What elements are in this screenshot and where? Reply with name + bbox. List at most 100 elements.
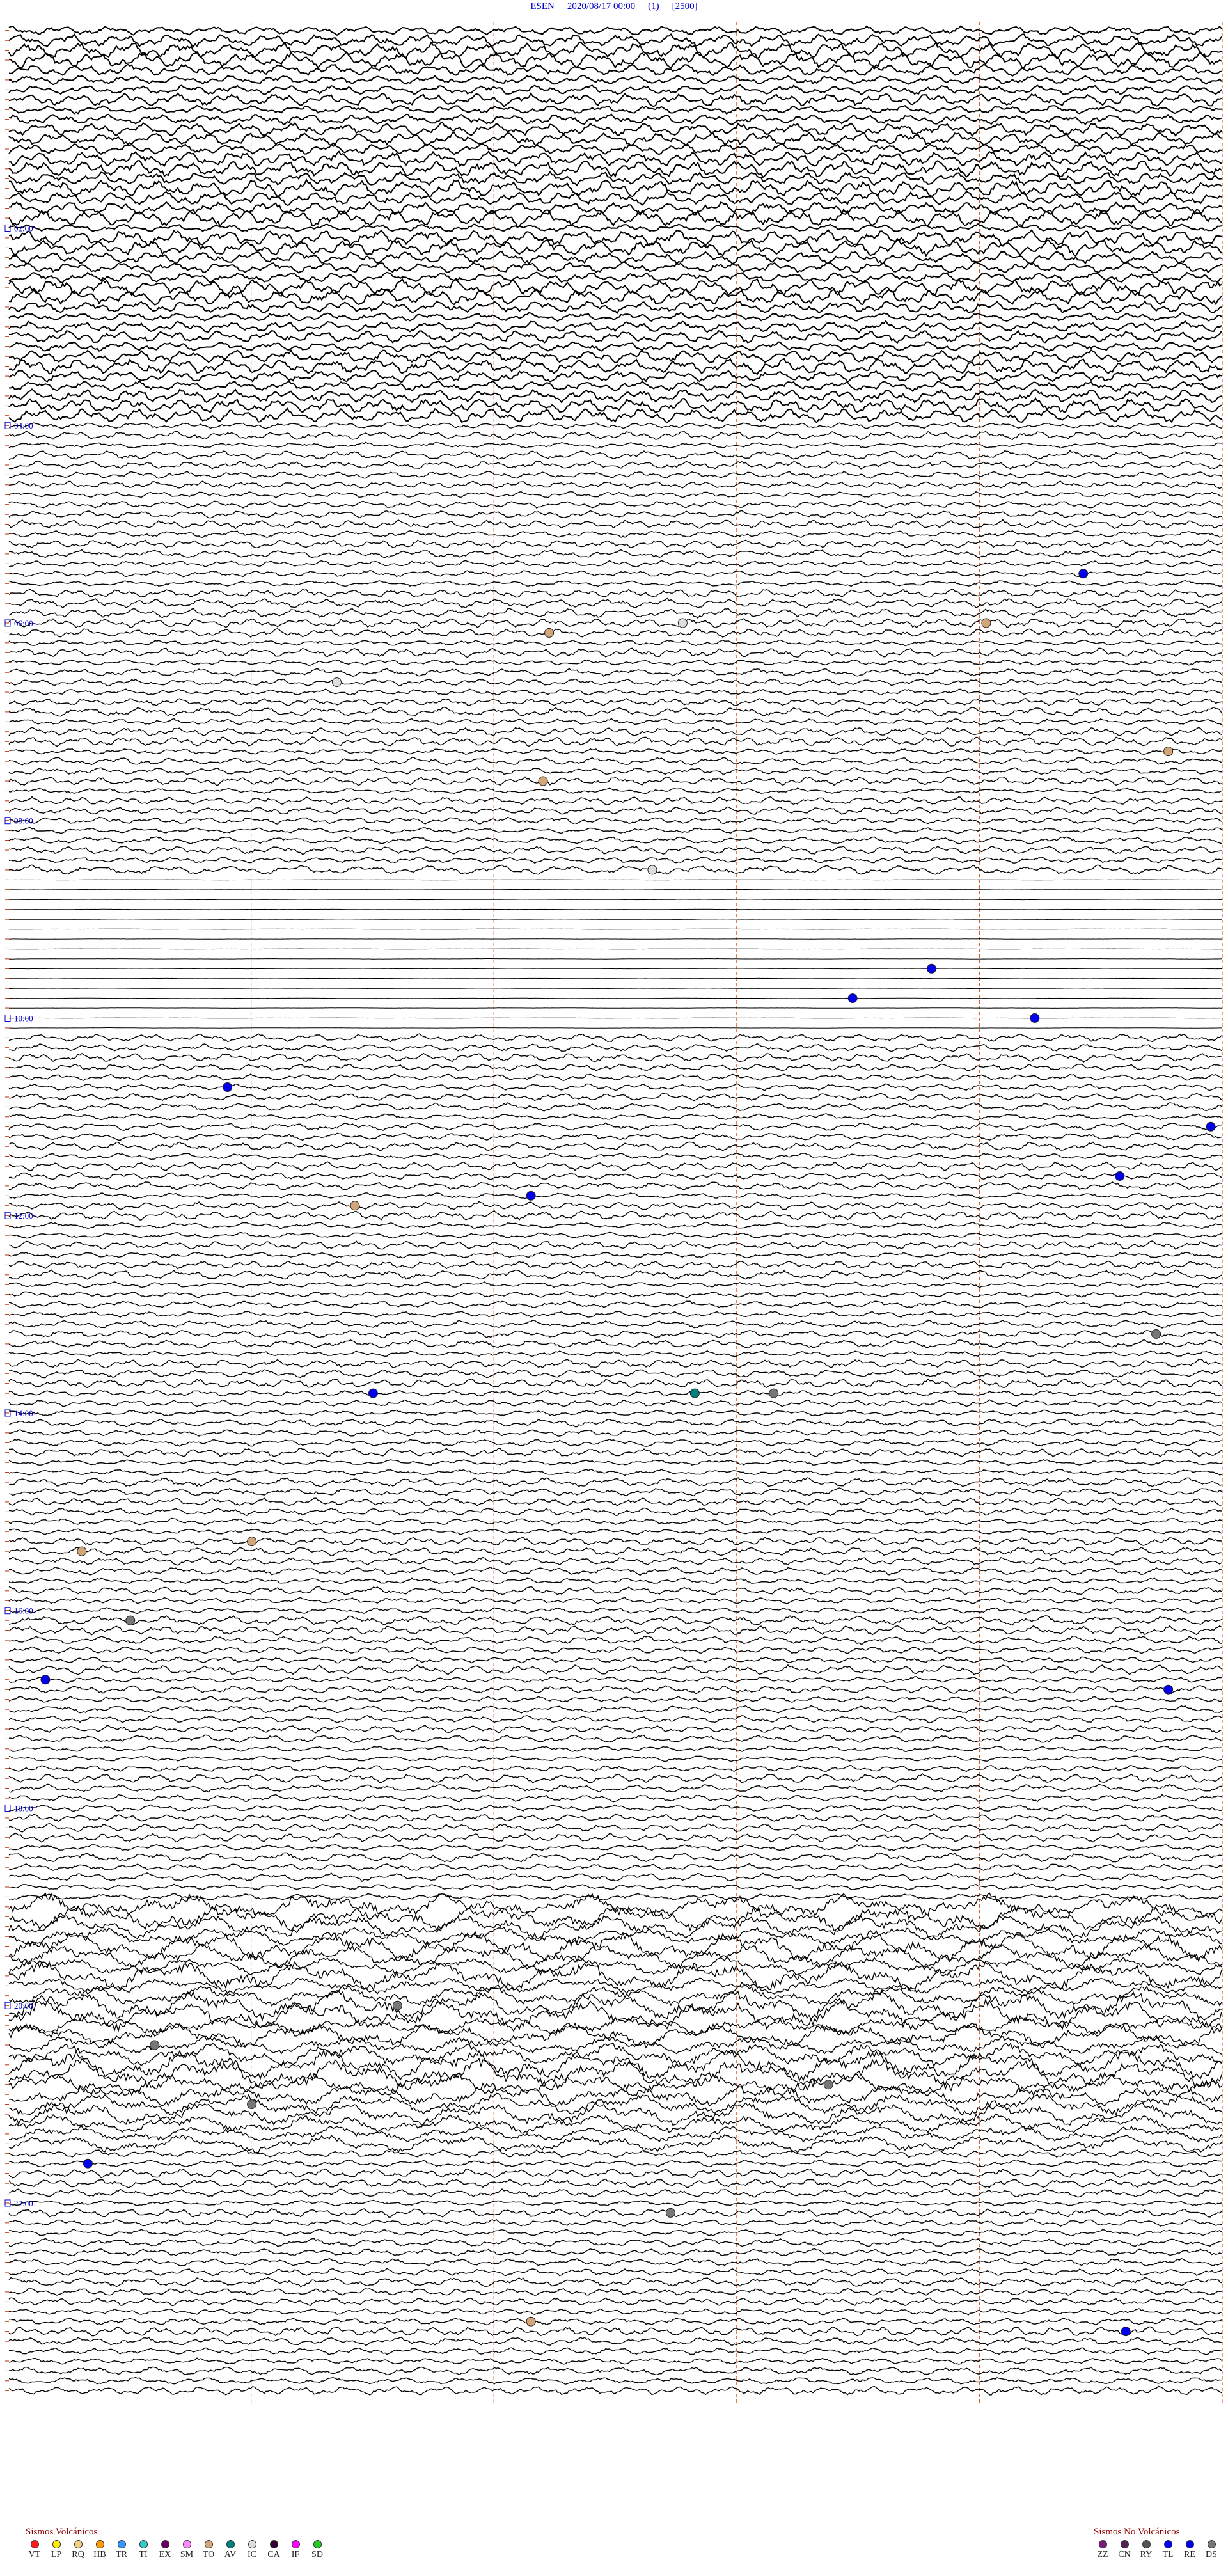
seismic-trace [8, 1745, 1222, 1752]
seismic-trace [8, 1113, 1222, 1121]
seismic-trace [8, 727, 1222, 737]
seismic-trace [8, 1915, 1222, 1940]
legend-volcanic-swatch [52, 2540, 61, 2548]
legend-volcanic-label: IC [248, 2550, 256, 2559]
seismic-trace [8, 1773, 1222, 1783]
hour-label: 20:00 [14, 2001, 33, 2011]
seismic-trace [8, 422, 1222, 429]
seismic-trace [8, 836, 1222, 844]
seismic-trace [8, 1358, 1222, 1369]
event-marker-av [689, 1388, 700, 1398]
seismic-trace [8, 2071, 1222, 2098]
station-code: ESEN [530, 1, 555, 12]
legend-volcanic-item: AV [221, 2540, 239, 2560]
seismic-trace [8, 2268, 1222, 2277]
seismic-trace [8, 1537, 1222, 1546]
seismic-trace [8, 1696, 1222, 1703]
seismic-trace [9, 919, 1222, 921]
seismic-trace [8, 341, 1222, 352]
seismic-trace [8, 2160, 1222, 2168]
seismic-trace [8, 2229, 1222, 2237]
legend-volcanic-label: TR [116, 2550, 127, 2559]
legend-volcanic-label: VT [28, 2550, 41, 2559]
seismic-trace [8, 1171, 1222, 1180]
legend-nonvolcanic-item: RY [1137, 2540, 1155, 2560]
legend-nonvolcanic-swatch [1098, 2540, 1107, 2548]
seismic-trace [8, 1822, 1222, 1833]
seismic-trace [8, 1152, 1222, 1160]
seismic-trace [8, 2168, 1222, 2179]
event-marker-re [1115, 1171, 1125, 1181]
seismic-trace [8, 1528, 1222, 1535]
seismic-trace [8, 2218, 1222, 2227]
legend-volcanic-label: AV [224, 2550, 237, 2559]
seismic-trace [8, 1685, 1222, 1695]
seismic-trace [8, 131, 1222, 147]
legend-volcanic-swatch [95, 2540, 104, 2548]
seismic-trace [8, 678, 1222, 686]
event-marker-re [368, 1388, 378, 1398]
seismic-trace [9, 938, 1222, 940]
seismic-trace [8, 2336, 1222, 2346]
seismic-trace [8, 736, 1222, 747]
seismic-trace [8, 2057, 1222, 2092]
seismic-trace [8, 329, 1222, 344]
seismic-trace [8, 510, 1222, 519]
seismic-trace [8, 25, 1222, 36]
event-marker-ic [677, 618, 688, 628]
seismic-trace [8, 1418, 1222, 1428]
seismic-trace [8, 1705, 1222, 1714]
seismic-trace [8, 1755, 1222, 1762]
legend-nonvolcanic-swatch [1142, 2540, 1151, 2548]
seismic-trace [8, 1063, 1222, 1072]
seismic-trace [8, 1872, 1222, 1883]
seismic-trace [8, 659, 1222, 667]
seismic-trace [8, 1607, 1222, 1615]
legend-nonvolcanic-item: TL [1159, 2540, 1177, 2560]
seismic-trace [8, 2208, 1222, 2218]
event-marker-to [544, 628, 555, 638]
legend-volcanic-label: TO [202, 2550, 215, 2559]
seismic-trace [8, 1929, 1222, 1963]
seismic-trace [8, 2357, 1222, 2365]
seismic-trace [8, 1007, 1222, 1009]
legend-nonvolcanic-label: RY [1140, 2550, 1153, 2559]
seismic-trace [8, 33, 1222, 48]
seismic-trace [8, 92, 1222, 107]
seismic-trace [8, 2149, 1222, 2158]
legend-volcanic-label: CA [267, 2550, 280, 2559]
seismic-trace [8, 787, 1222, 794]
header-datetime: 2020/08/17 00:00 [567, 1, 636, 12]
event-marker-to [981, 618, 991, 628]
seismic-trace [8, 1556, 1222, 1566]
seismic-trace [8, 229, 1222, 247]
seismic-trace [9, 1734, 1222, 1744]
legend-nonvolcanic-title: Sismos No Volcánicos [1094, 2527, 1180, 2537]
seismic-trace [8, 1339, 1222, 1349]
seismic-trace [8, 1222, 1222, 1229]
hour-label: 04:00 [14, 421, 33, 431]
legend-volcanic-item: HB [91, 2540, 109, 2560]
event-marker-to [1163, 747, 1174, 757]
event-marker-to [538, 776, 548, 786]
legend-nonvolcanic-swatch [1120, 2540, 1129, 2548]
seismic-trace [8, 312, 1222, 322]
event-marker-ds [823, 2080, 833, 2090]
seismic-trace [8, 1615, 1222, 1626]
seismic-trace [8, 2134, 1222, 2154]
legend-volcanic-swatch [248, 2540, 256, 2548]
seismic-trace [8, 1192, 1222, 1199]
seismic-trace [8, 2277, 1222, 2288]
event-marker-ic [647, 865, 657, 875]
seismic-trace [8, 639, 1222, 647]
seismic-trace [8, 2366, 1222, 2376]
seismic-trace [8, 570, 1222, 578]
seismic-trace [8, 706, 1222, 717]
chart-header: ESEN 2020/08/17 00:00 (1) [2500] [0, 1, 1228, 12]
legend-volcanic-label: SM [180, 2550, 194, 2559]
seismic-trace [8, 271, 1222, 284]
legend-nonvolcanic-label: CN [1118, 2550, 1131, 2559]
seismic-trace [8, 688, 1222, 696]
legend-volcanic-label: IF [291, 2550, 300, 2559]
seismic-trace [8, 1517, 1222, 1526]
